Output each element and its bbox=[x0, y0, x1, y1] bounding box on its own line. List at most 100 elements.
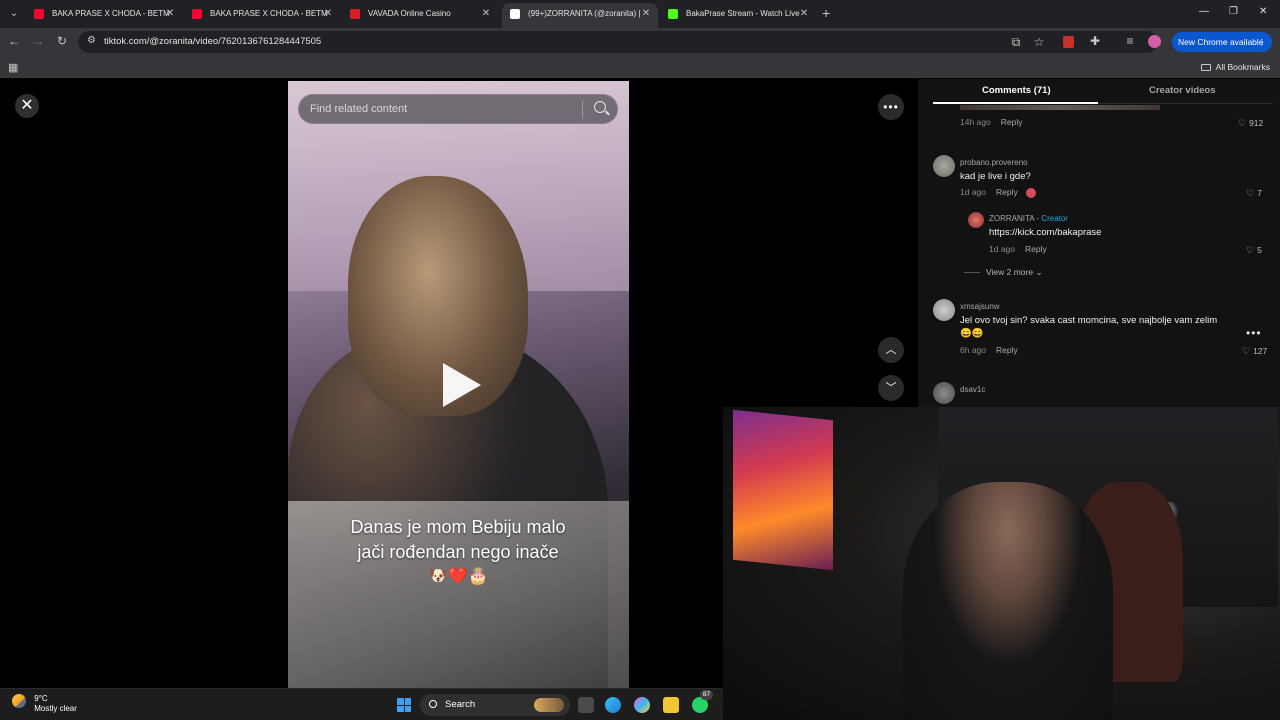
copilot-icon[interactable] bbox=[634, 697, 650, 713]
comment-text: Jel ovo tvoj sin? svaka cast momcina, sv… bbox=[960, 315, 1218, 339]
bookmark-star-icon[interactable]: ☆ bbox=[1031, 35, 1047, 49]
comment-username[interactable]: probano.provereno bbox=[960, 158, 1028, 167]
heart-icon: ♡ bbox=[1238, 118, 1247, 128]
whatsapp-badge: 87 bbox=[700, 690, 713, 700]
tiktok-icon bbox=[510, 9, 520, 19]
tab-title: BAKA PRASE X CHODA - BETM bbox=[52, 9, 170, 18]
comment-time: 1d ago bbox=[989, 244, 1015, 254]
close-icon[interactable]: ✕ bbox=[640, 3, 652, 24]
all-bookmarks-button[interactable]: All Bookmarks bbox=[1200, 62, 1270, 72]
comment-username[interactable]: xmsajsunw bbox=[960, 302, 1000, 311]
close-icon[interactable]: ✕ bbox=[798, 3, 810, 24]
heart-icon: ♡ bbox=[1242, 346, 1251, 356]
back-icon[interactable]: ← bbox=[6, 34, 22, 48]
reply-button[interactable]: Reply bbox=[1025, 244, 1047, 254]
related-search-input[interactable]: Find related content bbox=[298, 94, 618, 124]
tab-4[interactable]: BakaPrase Stream - Watch Live ✕ bbox=[660, 3, 816, 28]
like-count: 912 bbox=[1249, 118, 1264, 128]
like-button[interactable]: ♡ 5 bbox=[1246, 245, 1262, 256]
windows-start-icon[interactable] bbox=[397, 698, 411, 712]
install-app-icon[interactable]: ⧉ bbox=[1008, 35, 1024, 50]
search-divider bbox=[582, 101, 583, 119]
tab-creator-videos[interactable]: Creator videos bbox=[1149, 85, 1216, 96]
creator-badge: Creator bbox=[1041, 214, 1068, 223]
comment-link[interactable]: https://kick.com/bakaprase bbox=[989, 226, 1101, 239]
comment-meta: 14h ago Reply bbox=[960, 117, 1022, 127]
minimize-icon[interactable]: — bbox=[1199, 6, 1209, 17]
search-icon[interactable] bbox=[594, 101, 606, 113]
close-icon[interactable]: ✕ bbox=[164, 3, 176, 24]
new-chrome-available-button[interactable]: New Chrome available ⋮ bbox=[1172, 32, 1272, 52]
close-video-button[interactable]: ✕ bbox=[15, 94, 39, 118]
video-player[interactable]: Danas je mom Bebiju malo jači rođendan n… bbox=[288, 81, 629, 688]
restore-icon[interactable]: ❐ bbox=[1229, 6, 1238, 17]
search-highlight-icon bbox=[534, 698, 564, 712]
like-button[interactable]: ♡ 127 bbox=[1242, 346, 1267, 357]
comment-image-fragment bbox=[960, 105, 1160, 110]
comment-username[interactable]: dsav1c bbox=[960, 385, 985, 394]
taskbar-search-label: Search bbox=[445, 699, 476, 710]
comment-time: 1d ago bbox=[960, 187, 986, 197]
bookmarks-bar: ▦ All Bookmarks bbox=[0, 56, 1280, 78]
reply-button[interactable]: Reply bbox=[996, 187, 1018, 197]
like-count: 7 bbox=[1257, 188, 1262, 198]
taskbar-search[interactable]: Search bbox=[420, 694, 570, 716]
tab-comments[interactable]: Comments (71) bbox=[982, 85, 1051, 96]
task-view-icon[interactable] bbox=[578, 697, 594, 713]
more-options-button[interactable]: ••• bbox=[878, 94, 904, 120]
caption-line-1: Danas je mom Bebiju malo bbox=[350, 517, 566, 537]
comment-meta: 1d ago Reply bbox=[989, 244, 1047, 254]
all-bookmarks-label: All Bookmarks bbox=[1215, 62, 1270, 72]
tab-0[interactable]: BAKA PRASE X CHODA - BETM ✕ bbox=[26, 3, 182, 28]
new-chrome-label: New Chrome available bbox=[1178, 37, 1264, 47]
like-button[interactable]: ♡ 7 bbox=[1246, 188, 1262, 199]
forward-icon[interactable]: → bbox=[30, 34, 46, 48]
tab-1[interactable]: BAKA PRASE X CHODA - BETM ✕ bbox=[184, 3, 340, 28]
address-bar[interactable]: ⚙ tiktok.com/@zoranita/video/76201367612… bbox=[78, 31, 1158, 53]
file-explorer-icon[interactable] bbox=[663, 697, 679, 713]
comment-more-icon[interactable]: ••• bbox=[1246, 326, 1262, 340]
extensions-puzzle-icon[interactable]: ✚ bbox=[1087, 34, 1103, 48]
next-video-button[interactable]: ﹀ bbox=[878, 375, 904, 401]
reload-icon[interactable]: ↻ bbox=[54, 34, 70, 48]
chevron-down-icon: ⌄ bbox=[1035, 267, 1043, 277]
site-info-icon[interactable]: ⚙ bbox=[87, 35, 96, 46]
tab-2[interactable]: VAVADA Online Casino ✕ bbox=[342, 3, 498, 28]
window-close-icon[interactable]: ✕ bbox=[1259, 6, 1267, 17]
weather-widget[interactable]: 9°C Mostly clear bbox=[12, 694, 77, 714]
reading-list-icon[interactable]: ≡ bbox=[1122, 34, 1138, 48]
heart-icon: ♡ bbox=[1246, 188, 1255, 198]
comment-meta: 6h ago Reply bbox=[960, 345, 1018, 355]
view-more-replies-button[interactable]: View 2 more ⌄ bbox=[964, 267, 1043, 278]
tab-strip: ⌄ BAKA PRASE X CHODA - BETM ✕ BAKA PRASE… bbox=[0, 0, 1280, 28]
avatar[interactable] bbox=[933, 299, 955, 321]
apps-grid-icon[interactable]: ▦ bbox=[8, 61, 18, 74]
avatar[interactable] bbox=[933, 155, 955, 177]
comment-time: 14h ago bbox=[960, 117, 991, 127]
like-button[interactable]: ♡ 912 bbox=[1238, 118, 1263, 129]
tab-3[interactable]: (99+)ZORRANITA (@zoranita) | ✕ bbox=[502, 3, 658, 28]
previous-video-button[interactable]: ︿ bbox=[878, 337, 904, 363]
extension-icon[interactable] bbox=[1063, 36, 1074, 48]
avatar[interactable] bbox=[968, 212, 984, 228]
webcam-overlay bbox=[723, 407, 1280, 720]
avatar[interactable] bbox=[933, 382, 955, 404]
creator-reply-username[interactable]: ZORRANITA - Creator bbox=[989, 214, 1068, 223]
comment-username: ZORRANITA bbox=[989, 214, 1035, 223]
active-tab-indicator bbox=[933, 102, 1098, 104]
profile-avatar[interactable] bbox=[1148, 35, 1161, 48]
reply-button[interactable]: Reply bbox=[1001, 117, 1023, 127]
caption-line-2: jači rođendan nego inače bbox=[357, 542, 559, 562]
comment-time: 6h ago bbox=[960, 345, 986, 355]
close-icon[interactable]: ✕ bbox=[322, 3, 334, 24]
tab-title: BakaPrase Stream - Watch Live bbox=[686, 9, 800, 18]
close-icon[interactable]: ✕ bbox=[480, 3, 492, 24]
panel-tabs: Comments (71) Creator videos bbox=[933, 79, 1273, 104]
play-icon[interactable] bbox=[443, 363, 481, 407]
new-tab-button[interactable]: + bbox=[822, 5, 830, 21]
reply-button[interactable]: Reply bbox=[996, 345, 1018, 355]
tab-search-button[interactable]: ⌄ bbox=[4, 4, 24, 24]
like-count: 5 bbox=[1257, 245, 1262, 255]
edge-icon[interactable] bbox=[605, 697, 621, 713]
kebab-menu-icon[interactable]: ⋮ bbox=[1258, 32, 1267, 52]
